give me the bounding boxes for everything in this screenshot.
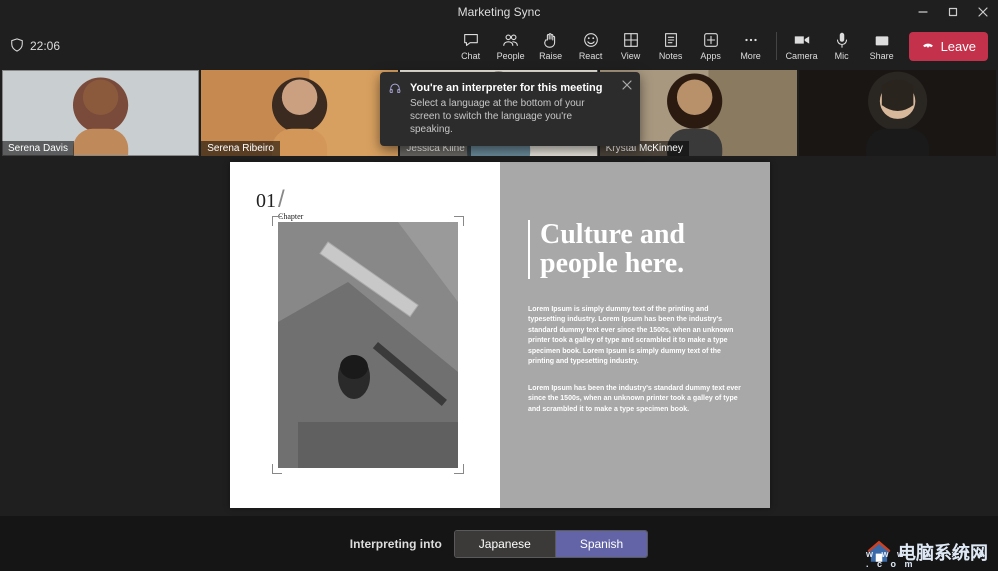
notes-button[interactable]: Notes [652, 31, 690, 61]
language-option-spanish[interactable]: Spanish [555, 531, 647, 557]
camera-icon [793, 31, 811, 49]
view-button[interactable]: View [612, 31, 650, 61]
meeting-timer: 22:06 [10, 38, 60, 55]
toast-close-icon[interactable] [622, 80, 632, 93]
mic-button[interactable]: Mic [823, 31, 861, 61]
chapter-label: Chapter [278, 212, 474, 221]
participant-name: Serena Davis [2, 141, 74, 156]
slide-right-page: Culture and people here. Lorem Ipsum is … [500, 162, 770, 508]
crop-mark-icon [272, 216, 282, 226]
headset-icon [388, 82, 402, 101]
people-label: People [497, 51, 525, 61]
slide-image [278, 222, 458, 468]
notes-label: Notes [659, 51, 683, 61]
plus-square-icon [702, 31, 720, 49]
chapter-number: 01 [256, 190, 276, 212]
slide-left-page: 01/ Chapter [230, 162, 500, 508]
view-label: View [621, 51, 640, 61]
interpreter-toast: You're an interpreter for this meeting S… [380, 72, 640, 146]
window-titlebar: Marketing Sync [0, 0, 998, 24]
microphone-icon [833, 31, 851, 49]
chat-label: Chat [461, 51, 480, 61]
chapter-slash: / [278, 186, 285, 213]
mic-label: Mic [835, 51, 849, 61]
close-button[interactable] [968, 0, 998, 24]
people-icon [502, 31, 520, 49]
smile-icon [582, 31, 600, 49]
more-button[interactable]: More [732, 31, 770, 61]
camera-label: Camera [786, 51, 818, 61]
language-segmented-control: Japanese Spanish [454, 530, 648, 558]
slide-headline: Culture and people here. [540, 220, 742, 279]
participant-tile[interactable]: Serena Davis [2, 70, 199, 156]
toolbar-divider [776, 32, 777, 60]
share-button[interactable]: Share [863, 31, 901, 61]
language-option-japanese[interactable]: Japanese [455, 531, 555, 557]
react-button[interactable]: React [572, 31, 610, 61]
more-label: More [740, 51, 761, 61]
apps-label: Apps [700, 51, 721, 61]
raise-button[interactable]: Raise [532, 31, 570, 61]
shared-content: 01/ Chapter Culture and people here. [230, 162, 770, 508]
interpreter-label: Interpreting into [350, 537, 442, 551]
slide-paragraph: Lorem Ipsum has been the industry's stan… [528, 384, 742, 416]
apps-button[interactable]: Apps [692, 31, 730, 61]
raise-label: Raise [539, 51, 562, 61]
slide-paragraph: Lorem Ipsum is simply dummy text of the … [528, 305, 742, 368]
participant-tile[interactable] [799, 70, 996, 156]
toast-body: Select a language at the bottom of your … [410, 97, 612, 136]
grid-icon [622, 31, 640, 49]
chat-icon [462, 31, 480, 49]
crop-mark-icon [272, 464, 282, 474]
toolbar-icons: Chat People Raise React View Notes Apps [452, 31, 901, 61]
chat-button[interactable]: Chat [452, 31, 490, 61]
phone-down-icon [921, 38, 935, 55]
crop-mark-icon [454, 464, 464, 474]
participant-name: Serena Ribeiro [201, 141, 280, 156]
notes-icon [662, 31, 680, 49]
people-button[interactable]: People [492, 31, 530, 61]
participant-tile[interactable]: Serena Ribeiro [201, 70, 398, 156]
window-title: Marketing Sync [458, 5, 541, 19]
share-label: Share [870, 51, 894, 61]
hand-icon [542, 31, 560, 49]
react-label: React [579, 51, 603, 61]
maximize-button[interactable] [938, 0, 968, 24]
crop-mark-icon [454, 216, 464, 226]
shield-icon [10, 38, 24, 55]
leave-button[interactable]: Leave [909, 32, 988, 61]
timer-value: 22:06 [30, 39, 60, 53]
camera-button[interactable]: Camera [783, 31, 821, 61]
interpreter-bar: Interpreting into Japanese Spanish [0, 516, 998, 571]
share-icon [873, 31, 891, 49]
leave-label: Leave [941, 39, 976, 54]
ellipsis-icon [742, 31, 760, 49]
window-controls [908, 0, 998, 24]
minimize-button[interactable] [908, 0, 938, 24]
toast-title: You're an interpreter for this meeting [410, 82, 612, 94]
meeting-toolbar: 22:06 Chat People Raise React View Notes [0, 24, 998, 68]
